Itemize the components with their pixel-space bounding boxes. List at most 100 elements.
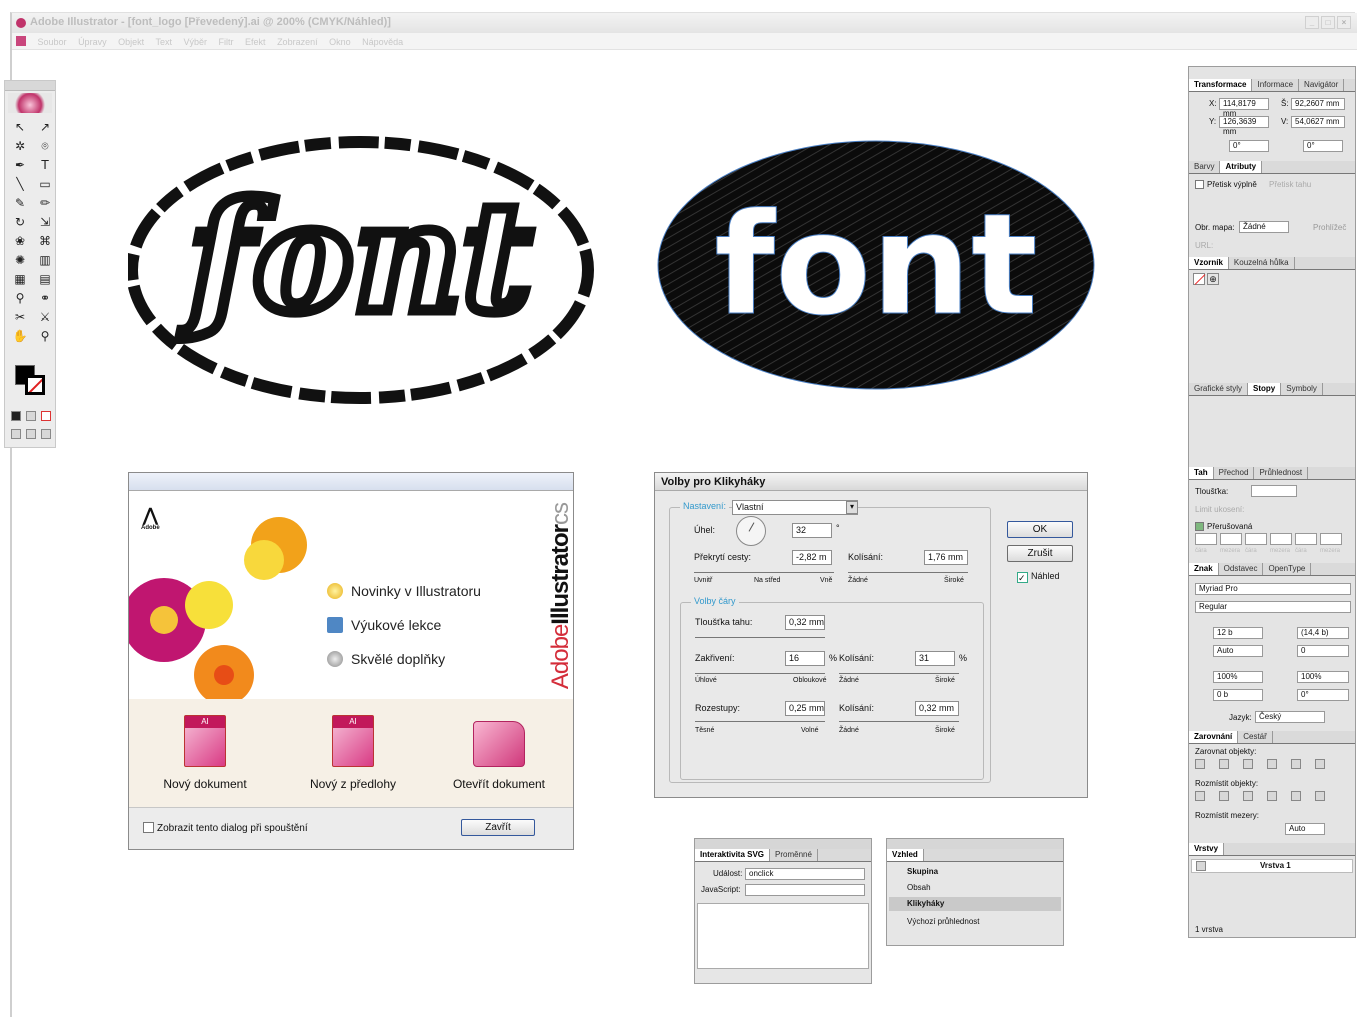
tab-magic-wand[interactable]: Kouzelná hůlka <box>1229 257 1295 269</box>
gradient-tool-icon[interactable]: ▤ <box>34 271 56 287</box>
close-welcome-button[interactable]: Zavřít <box>461 819 535 836</box>
screen-mode-full-icon[interactable] <box>41 429 51 439</box>
gradient-mode-icon[interactable] <box>26 411 36 421</box>
spacing-value-input[interactable]: Auto <box>1285 823 1325 835</box>
new-from-template-item[interactable]: Nový z předlohy <box>293 715 413 791</box>
tab-variables[interactable]: Proměnné <box>770 849 818 861</box>
appearance-row-group[interactable]: Skupina <box>889 865 1061 879</box>
dash-field-2[interactable] <box>1220 533 1242 545</box>
eye-icon[interactable] <box>1196 861 1206 871</box>
spacing-variation-slider[interactable] <box>839 721 959 722</box>
javascript-input[interactable] <box>745 884 865 896</box>
tab-gradient[interactable]: Přechod <box>1214 467 1255 479</box>
appearance-row-scribble[interactable]: Klikyháky <box>889 897 1061 911</box>
tab-align[interactable]: Zarovnání <box>1189 731 1239 743</box>
tab-info[interactable]: Informace <box>1252 79 1300 91</box>
link-vyukove-lekce[interactable]: Výukové lekce <box>327 617 441 633</box>
dash-field-5[interactable] <box>1295 533 1317 545</box>
curviness-variation-slider[interactable] <box>839 673 959 674</box>
symbol-sprayer-tool-icon[interactable]: ✺ <box>9 252 31 268</box>
warp-tool-icon[interactable]: ❀ <box>9 233 31 249</box>
distribute-bottom-icon[interactable] <box>1243 791 1253 801</box>
browser-button[interactable]: Prohlížeč <box>1313 223 1346 232</box>
tab-paragraph[interactable]: Odstavec <box>1219 563 1264 575</box>
open-document-item[interactable]: Otevřít dokument <box>439 715 559 791</box>
link-novinky[interactable]: Novinky v Illustratoru <box>327 583 481 599</box>
tab-colors[interactable]: Barvy <box>1189 161 1221 173</box>
menu-soubor[interactable]: Soubor <box>38 37 67 47</box>
knife-tool-icon[interactable]: ⚔ <box>34 309 56 325</box>
align-top-icon[interactable] <box>1267 759 1277 769</box>
stroke-width-input[interactable]: 0,32 mm <box>785 615 825 630</box>
spacing-variation-input[interactable]: 0,32 mm <box>915 701 959 716</box>
kerning-input[interactable]: Auto <box>1213 645 1263 657</box>
color-mode-icon[interactable] <box>11 411 21 421</box>
none-swatch[interactable] <box>1193 273 1206 285</box>
leading-input[interactable]: (14,4 b) <box>1297 627 1349 639</box>
x-input[interactable]: 114,8179 mm <box>1219 98 1269 118</box>
spacing-slider[interactable] <box>695 721 825 722</box>
settings-select[interactable]: Vlastní <box>732 500 858 515</box>
menu-zobrazeni[interactable]: Zobrazení <box>277 37 318 47</box>
w-input[interactable]: 92,2607 mm <box>1291 98 1345 110</box>
rotate-input[interactable]: 0° <box>1229 140 1269 152</box>
event-list[interactable] <box>697 903 869 969</box>
overlap-variation-slider[interactable] <box>848 572 968 573</box>
type-tool-icon[interactable]: T <box>34 157 56 173</box>
registration-swatch[interactable]: ⊕ <box>1207 273 1219 285</box>
dash-field-1[interactable] <box>1195 533 1217 545</box>
angle-input[interactable]: 32 <box>792 523 832 538</box>
distribute-top-icon[interactable] <box>1195 791 1205 801</box>
tab-attributes[interactable]: Atributy <box>1220 161 1263 173</box>
blend-tool-icon[interactable]: ⚭ <box>34 290 56 306</box>
screen-mode-menu-icon[interactable] <box>26 429 36 439</box>
align-hcenter-icon[interactable] <box>1219 759 1229 769</box>
layer-row[interactable]: Vrstva 1 <box>1191 859 1353 873</box>
tab-brushes[interactable]: Stopy <box>1248 383 1282 395</box>
mesh-tool-icon[interactable]: ▦ <box>9 271 31 287</box>
eyedropper-tool-icon[interactable]: ⚲ <box>9 290 31 306</box>
h-input[interactable]: 54,0627 mm <box>1291 116 1345 128</box>
menu-vyber[interactable]: Výběr <box>183 37 207 47</box>
dash-field-3[interactable] <box>1245 533 1267 545</box>
language-select[interactable]: Český <box>1255 711 1325 723</box>
font-size-input[interactable]: 12 b <box>1213 627 1263 639</box>
rotate-tool-icon[interactable]: ↻ <box>9 214 31 230</box>
font-family-select[interactable]: Myriad Pro <box>1195 583 1351 595</box>
free-transform-tool-icon[interactable]: ⌘ <box>34 233 56 249</box>
baseline-shift-input[interactable]: 0 b <box>1213 689 1263 701</box>
chevron-down-icon[interactable]: ▾ <box>846 501 858 514</box>
angle-dial[interactable] <box>736 516 766 546</box>
tab-stroke[interactable]: Tah <box>1189 467 1214 479</box>
tab-appearance[interactable]: Vzhled <box>887 849 924 861</box>
align-left-icon[interactable] <box>1195 759 1205 769</box>
show-on-startup-checkbox[interactable]: Zobrazit tento dialog při spouštění <box>143 822 308 834</box>
overlap-input[interactable]: -2,82 m <box>792 550 832 565</box>
hand-tool-icon[interactable]: ✋ <box>9 328 31 344</box>
minimize-button[interactable]: _ <box>1305 16 1319 29</box>
tab-transparency[interactable]: Průhlednost <box>1254 467 1309 479</box>
selection-tool-icon[interactable]: ↖ <box>9 119 31 135</box>
tab-transform[interactable]: Transformace <box>1189 79 1253 91</box>
spacing-input[interactable]: 0,25 mm <box>785 701 825 716</box>
stroke-swatch[interactable] <box>25 375 45 395</box>
tab-character[interactable]: Znak <box>1189 563 1219 575</box>
font-style-select[interactable]: Regular <box>1195 601 1351 613</box>
tab-swatches[interactable]: Vzorník <box>1189 257 1229 269</box>
direct-selection-tool-icon[interactable]: ↗ <box>34 119 56 135</box>
dash-field-4[interactable] <box>1270 533 1292 545</box>
lasso-tool-icon[interactable]: ⌾ <box>34 138 56 154</box>
tab-graphic-styles[interactable]: Grafické styly <box>1189 383 1249 395</box>
tracking-input[interactable]: 0 <box>1297 645 1349 657</box>
rectangle-tool-icon[interactable]: ▭ <box>34 176 56 192</box>
line-tool-icon[interactable]: ╲ <box>9 176 31 192</box>
none-mode-icon[interactable] <box>41 411 51 421</box>
align-vcenter-icon[interactable] <box>1291 759 1301 769</box>
overprint-fill-checkbox[interactable]: Přetisk výplně <box>1195 180 1257 189</box>
link-skvele-doplnky[interactable]: Skvělé doplňky <box>327 651 445 667</box>
distribute-vcenter-icon[interactable] <box>1219 791 1229 801</box>
shear-input[interactable]: 0° <box>1303 140 1343 152</box>
document-menu-icon[interactable] <box>16 36 26 46</box>
image-map-select[interactable]: Žádné <box>1239 221 1289 233</box>
pencil-tool-icon[interactable]: ✏ <box>34 195 56 211</box>
